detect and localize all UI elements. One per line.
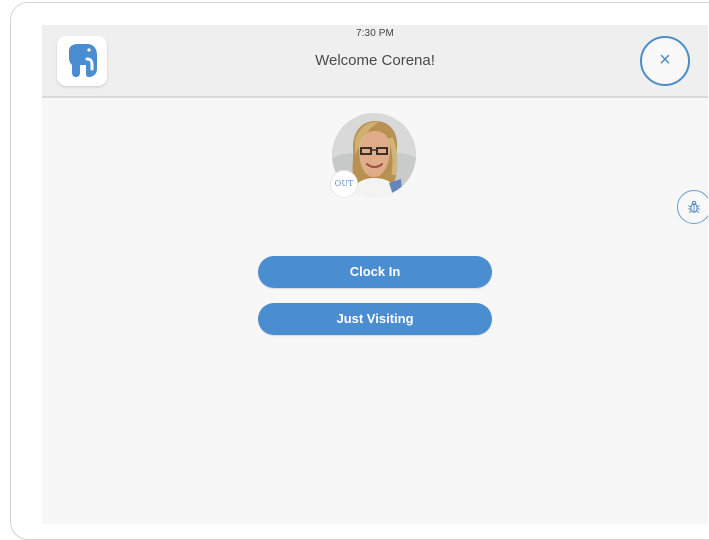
close-icon: × [659, 49, 671, 71]
app-screen: 7:30 PM Welcome Corena! × OUT Clock In J… [42, 25, 708, 524]
just-visiting-button[interactable]: Just Visiting [258, 303, 492, 335]
status-badge: OUT [331, 171, 357, 197]
close-button[interactable]: × [640, 36, 690, 86]
current-time: 7:30 PM [356, 28, 394, 39]
clock-in-button[interactable]: Clock In [258, 256, 492, 288]
tablet-frame: 7:30 PM Welcome Corena! × OUT Clock In J… [10, 2, 709, 540]
bug-icon [688, 200, 700, 214]
welcome-title: Welcome Corena! [315, 52, 435, 69]
top-header: 7:30 PM Welcome Corena! × [42, 25, 708, 98]
bug-report-button[interactable] [677, 190, 708, 224]
